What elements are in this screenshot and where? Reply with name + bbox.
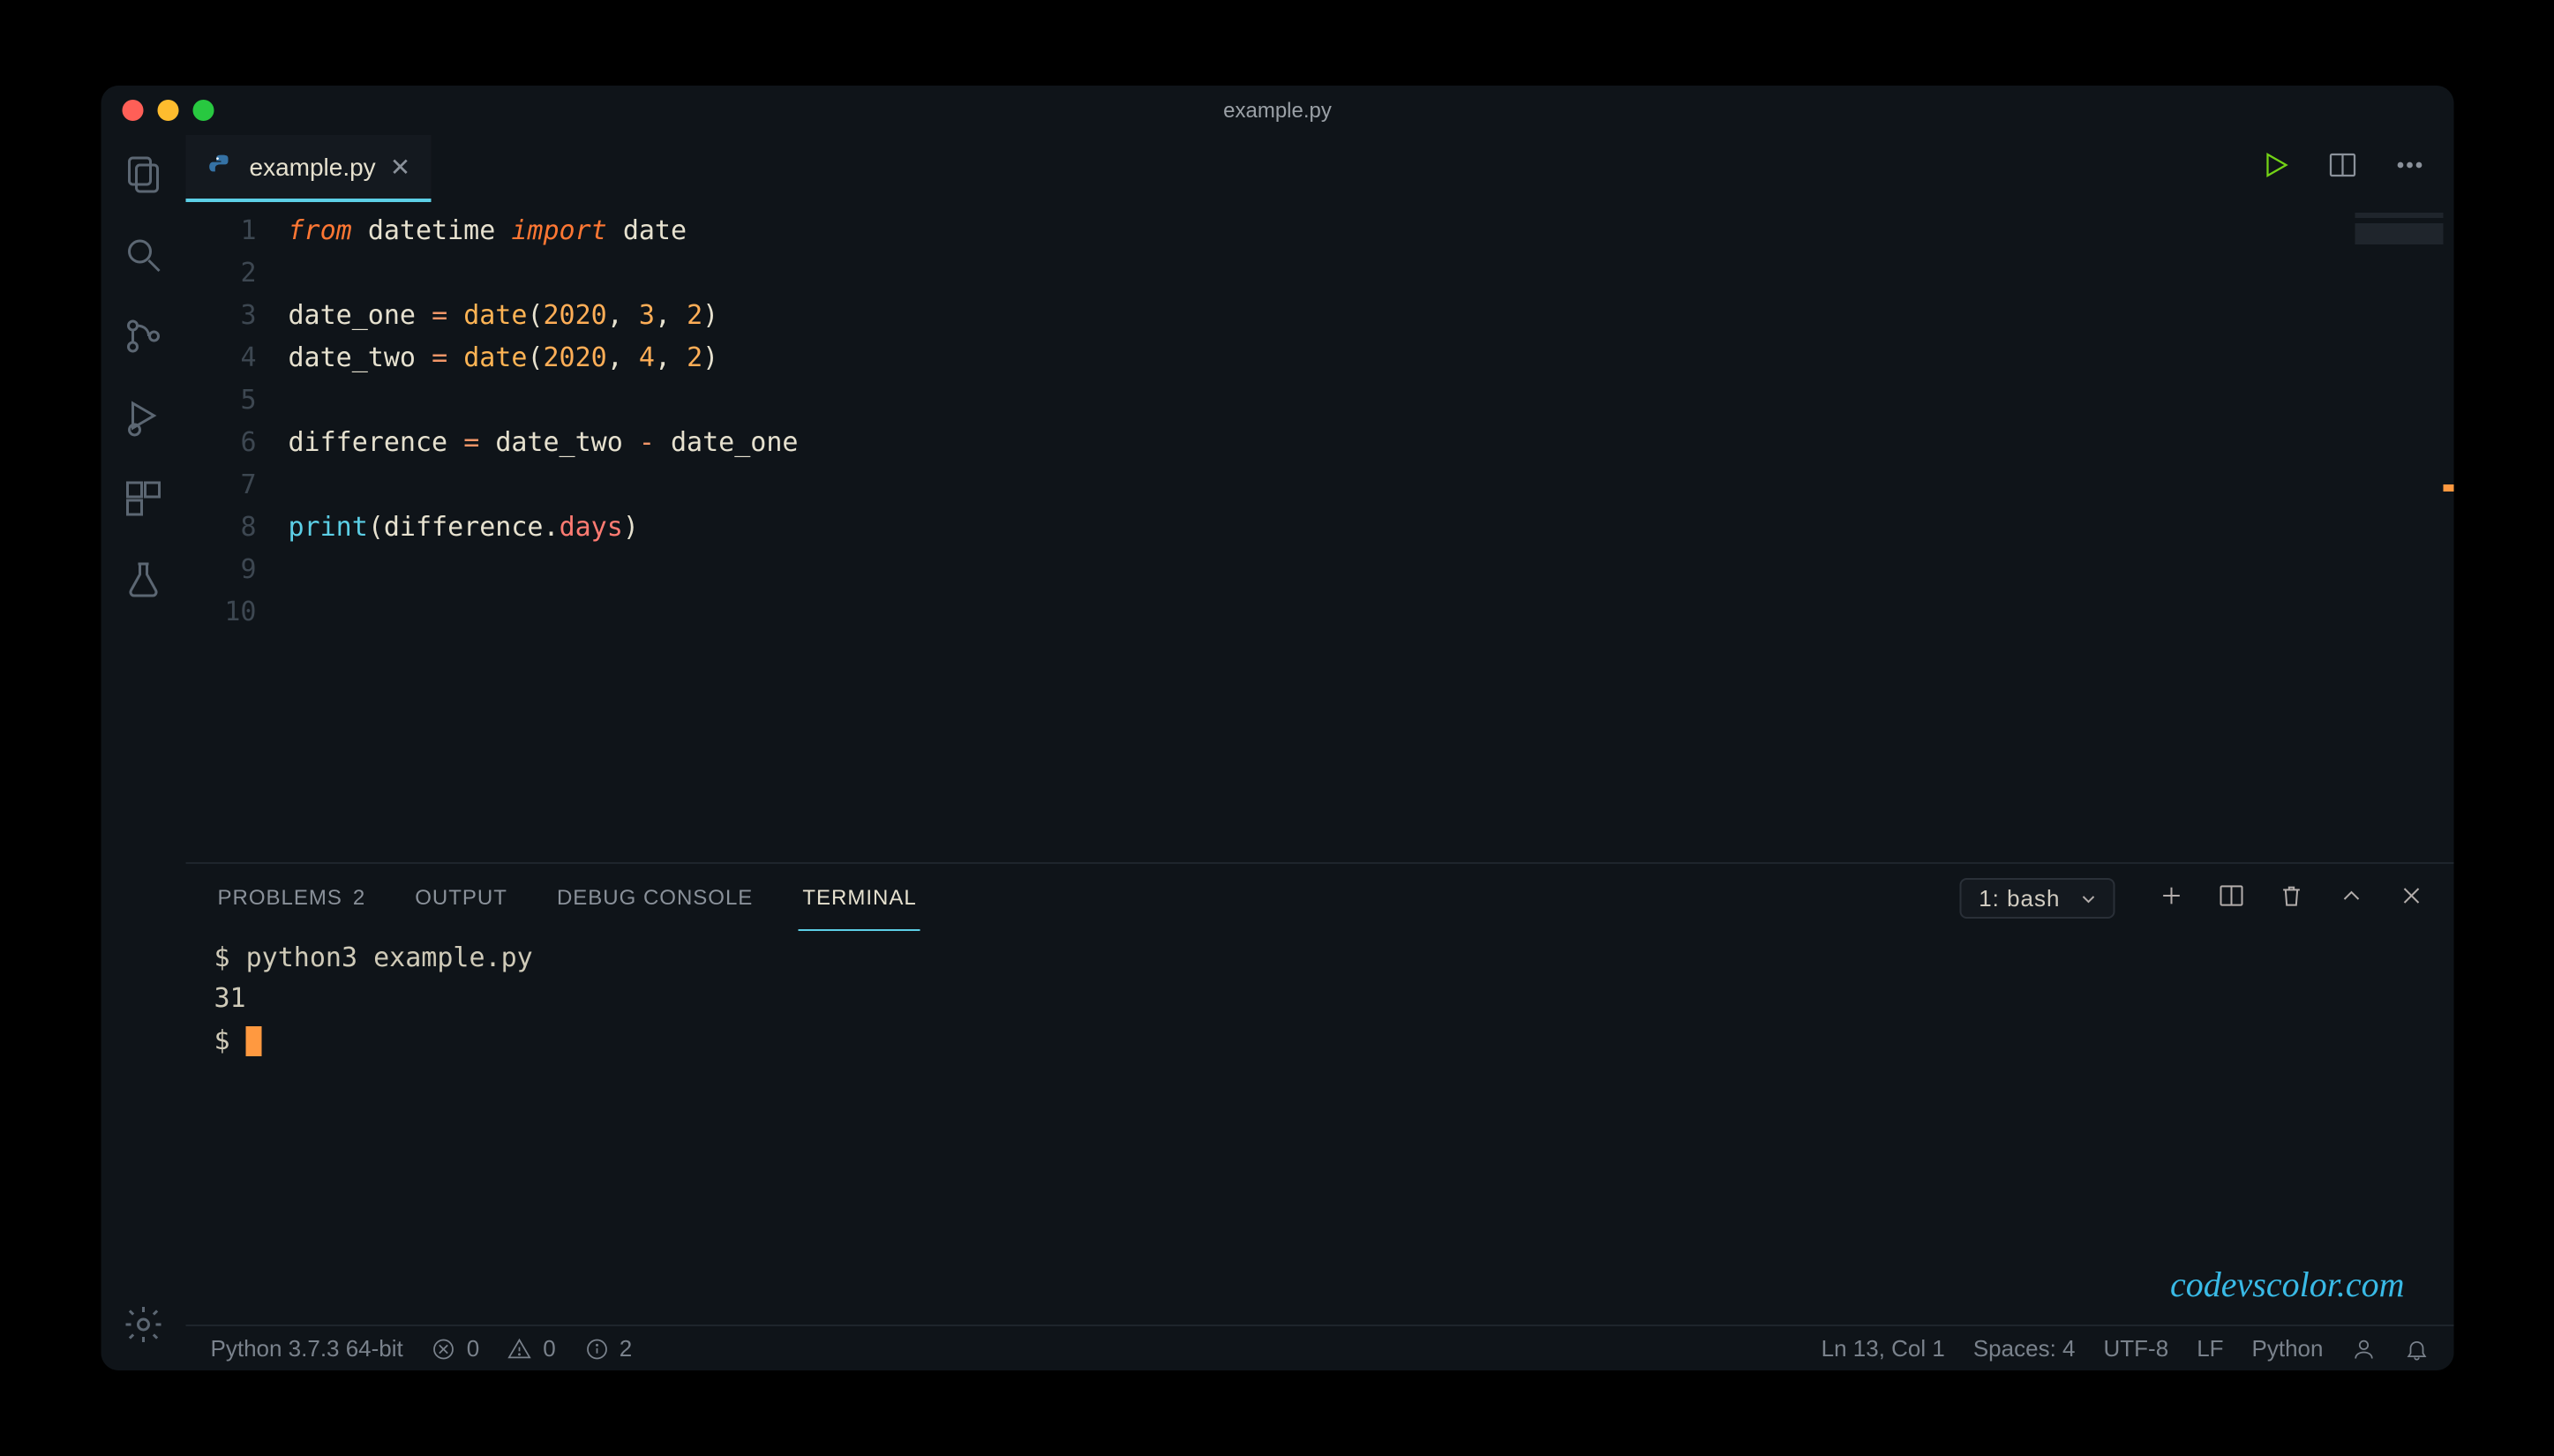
editor-tabs: example.py ✕ [185,135,2453,202]
maximize-window-button[interactable] [192,100,214,121]
code-line[interactable] [288,251,2453,294]
terminal-content[interactable]: $ python3 example.py31$ codevscolor.com [185,931,2453,1325]
source-control-icon[interactable] [118,311,168,361]
traffic-lights [101,100,214,121]
run-file-icon[interactable] [2259,148,2291,189]
problems-count: 2 [352,885,364,910]
code-line[interactable] [288,379,2453,421]
split-editor-icon[interactable] [2326,148,2358,189]
vscode-window: example.py example.py ✕ [101,86,2453,1370]
python-file-icon [207,153,235,181]
code-line[interactable] [288,463,2453,506]
tab-close-icon[interactable]: ✕ [389,152,409,182]
status-warnings[interactable]: 0 [507,1335,555,1362]
status-indentation[interactable]: Spaces: 4 [1972,1335,2075,1362]
testing-icon[interactable] [118,555,168,604]
panel-tab-problems[interactable]: PROBLEMS 2 [214,864,369,931]
panel-tab-output[interactable]: OUTPUT [411,864,511,931]
tab-example-py[interactable]: example.py ✕ [185,135,432,202]
activity-bar [101,135,185,1370]
titlebar: example.py [101,86,2453,135]
watermark: codevscolor.com [2170,1259,2404,1314]
code-line[interactable]: from datetime import date [288,209,2453,251]
code-line[interactable] [288,548,2453,590]
code-line[interactable]: date_one = date(2020, 3, 2) [288,294,2453,336]
more-actions-icon[interactable] [2393,148,2425,189]
status-eol[interactable]: LF [2197,1335,2223,1362]
code-editor[interactable]: 12345678910 from datetime import date da… [185,202,2453,862]
status-bar: Python 3.7.3 64-bit 0 0 2 Ln 13, Col 1 S… [185,1325,2453,1370]
status-python-version[interactable]: Python 3.7.3 64-bit [210,1335,402,1362]
maximize-panel-icon[interactable] [2337,881,2365,914]
status-errors[interactable]: 0 [431,1335,478,1362]
close-panel-icon[interactable] [2397,881,2425,914]
panel-tab-debug-console[interactable]: DEBUG CONSOLE [552,864,755,931]
line-number-gutter: 12345678910 [185,209,288,862]
minimap[interactable] [2355,213,2443,255]
terminal-selector[interactable]: 1: bash [1959,877,2115,918]
terminal-line: $ [214,1020,2425,1062]
close-window-button[interactable] [122,100,143,121]
code-content[interactable]: from datetime import date date_one = dat… [288,209,2453,862]
new-terminal-icon[interactable] [2157,881,2185,914]
status-encoding[interactable]: UTF-8 [2103,1335,2168,1362]
status-notifications-icon[interactable] [2404,1336,2429,1361]
split-terminal-icon[interactable] [2217,881,2245,914]
window-title: example.py [1223,98,1332,123]
code-line[interactable]: difference = date_two - date_one [288,421,2453,463]
kill-terminal-icon[interactable] [2277,881,2305,914]
bottom-panel: PROBLEMS 2 OUTPUT DEBUG CONSOLE TERMINAL… [185,862,2453,1325]
explorer-icon[interactable] [118,149,168,199]
chevron-down-icon [2077,888,2099,914]
panel-tab-terminal[interactable]: TERMINAL [799,864,920,931]
minimize-window-button[interactable] [157,100,178,121]
minimap-marker [2443,484,2453,492]
tab-label: example.py [249,153,375,181]
extensions-icon[interactable] [118,474,168,523]
code-line[interactable]: date_two = date(2020, 4, 2) [288,336,2453,379]
settings-gear-icon[interactable] [118,1300,168,1349]
terminal-line: 31 [214,979,2425,1021]
code-line[interactable] [288,590,2453,633]
status-feedback-icon[interactable] [2351,1336,2376,1361]
run-debug-icon[interactable] [118,393,168,442]
search-icon[interactable] [118,230,168,280]
status-info[interactable]: 2 [583,1335,631,1362]
terminal-line: $ python3 example.py [214,938,2425,979]
terminal-cursor [245,1025,261,1055]
status-language[interactable]: Python [2251,1335,2323,1362]
status-cursor-position[interactable]: Ln 13, Col 1 [1821,1335,1944,1362]
code-line[interactable]: print(difference.days) [288,506,2453,548]
